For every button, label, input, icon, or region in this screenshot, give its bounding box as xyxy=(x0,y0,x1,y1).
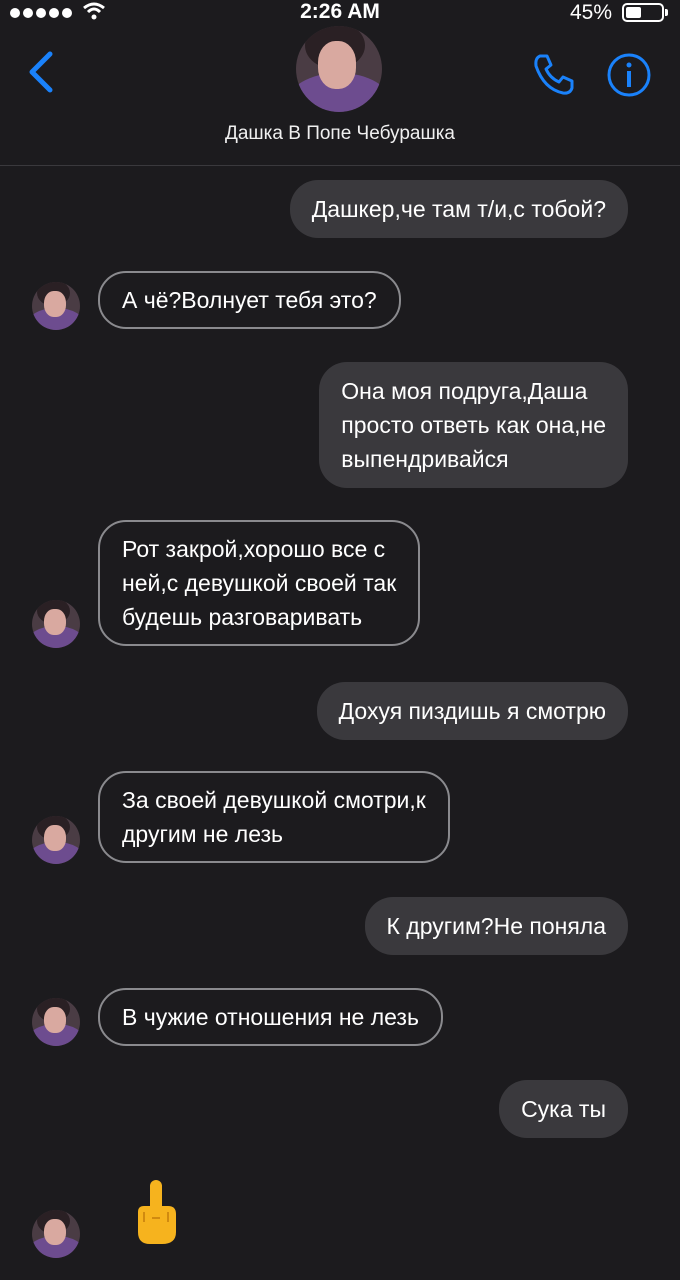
sender-avatar[interactable] xyxy=(32,998,80,1046)
phone-call-icon[interactable] xyxy=(530,50,578,98)
incoming-message[interactable]: Рот закрой,хорошо все с ней,с девушкой с… xyxy=(98,520,421,646)
contact-name[interactable]: Дашка В Попе Чебурашка xyxy=(0,123,680,145)
conversation-header: Дашка В Попе Чебурашка xyxy=(0,26,680,166)
sender-avatar[interactable] xyxy=(32,1210,80,1258)
battery-icon xyxy=(622,3,668,22)
status-bar: 2:26 AM 45% xyxy=(0,0,680,26)
outgoing-message[interactable]: Она моя подруга,Даша просто ответь как о… xyxy=(319,362,628,488)
outgoing-message[interactable]: К другим?Не поняла xyxy=(364,897,628,955)
back-button[interactable] xyxy=(22,48,62,96)
sender-avatar[interactable] xyxy=(32,282,80,330)
incoming-message[interactable]: В чужие отношения не лезь xyxy=(98,988,443,1046)
battery-percentage: 45% xyxy=(570,1,613,24)
middle-finger-emoji[interactable] xyxy=(130,1178,182,1248)
contact-avatar[interactable] xyxy=(296,26,382,112)
info-icon[interactable] xyxy=(606,52,652,98)
sender-avatar[interactable] xyxy=(32,600,80,648)
outgoing-message[interactable]: Дохуя пиздишь я смотрю xyxy=(316,682,628,740)
sender-avatar[interactable] xyxy=(32,816,80,864)
outgoing-message[interactable]: Дашкер,че там т/и,с тобой? xyxy=(289,180,628,238)
incoming-message[interactable]: За своей девушкой смотри,к другим не лез… xyxy=(98,771,450,863)
outgoing-message[interactable]: Сука ты xyxy=(499,1080,628,1138)
incoming-message[interactable]: А чё?Волнует тебя это? xyxy=(98,271,401,329)
